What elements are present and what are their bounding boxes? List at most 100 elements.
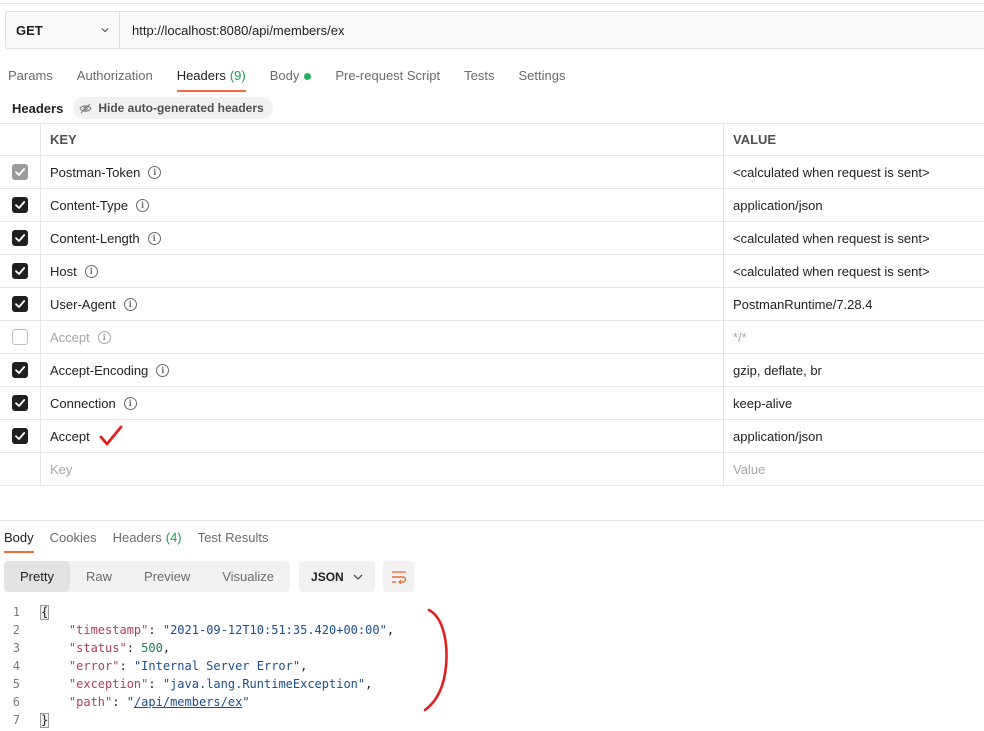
info-icon[interactable]: i: [147, 231, 161, 245]
view-mode-preview[interactable]: Preview: [128, 561, 206, 592]
header-key-cell[interactable]: Accept-Encoding i: [41, 354, 724, 386]
tab-count: (4): [165, 530, 182, 545]
new-value-input[interactable]: Value: [724, 453, 984, 485]
code-line: 2 "timestamp": "2021-09-12T10:51:35.420+…: [0, 621, 394, 639]
json-colon: :: [126, 641, 142, 655]
header-enable-checkbox[interactable]: [12, 296, 28, 312]
header-value: PostmanRuntime/7.28.4: [733, 296, 873, 312]
wrap-lines-button[interactable]: [383, 561, 415, 592]
response-tab-test-results[interactable]: Test Results: [198, 528, 269, 552]
view-mode-pretty[interactable]: Pretty: [4, 561, 70, 592]
header-enable-checkbox[interactable]: [12, 362, 28, 378]
header-enable-checkbox[interactable]: [12, 329, 28, 345]
checkbox-cell: [0, 354, 41, 386]
tab-authorization[interactable]: Authorization: [77, 62, 153, 92]
header-value-cell[interactable]: <calculated when request is sent>: [724, 222, 984, 254]
header-key: Connection: [50, 395, 116, 411]
header-value-cell[interactable]: <calculated when request is sent>: [724, 156, 984, 188]
empty-checkbox-cell: [0, 453, 41, 485]
tab-label: Authorization: [76, 68, 153, 83]
checkmark-icon: [15, 399, 26, 407]
json-colon: :: [148, 677, 163, 691]
checkbox-cell: [0, 222, 41, 254]
tab-label: Headers: [112, 530, 162, 545]
header-key-cell[interactable]: User-Agent i: [41, 288, 724, 320]
red-bracket-annotation: [423, 608, 448, 712]
format-select[interactable]: JSON: [299, 561, 376, 592]
headers-toolbar: Headers Hide auto-generated headers: [12, 97, 273, 119]
tab-params[interactable]: Params: [8, 62, 53, 92]
header-enable-checkbox[interactable]: [12, 164, 28, 180]
info-icon[interactable]: i: [156, 363, 170, 377]
header-enable-checkbox[interactable]: [12, 197, 28, 213]
tab-label: Headers: [176, 68, 226, 83]
table-row: Content-Type i application/json: [0, 189, 984, 222]
open-brace: {: [40, 604, 50, 620]
hide-auto-headers-button[interactable]: Hide auto-generated headers: [73, 97, 273, 119]
code-line: 4 "error": "Internal Server Error",: [0, 657, 394, 675]
info-icon[interactable]: i: [84, 264, 98, 278]
header-key-cell[interactable]: Accept i: [41, 321, 724, 353]
header-value-cell[interactable]: application/json: [724, 189, 984, 221]
header-enable-checkbox[interactable]: [12, 230, 28, 246]
info-icon[interactable]: i: [123, 297, 137, 311]
response-tab-headers[interactable]: Headers (4): [113, 528, 182, 552]
info-icon[interactable]: i: [123, 396, 137, 410]
response-view-toolbar: Pretty Raw Preview Visualize JSON: [4, 561, 415, 592]
header-value-cell[interactable]: application/json: [724, 420, 984, 452]
response-tab-body[interactable]: Body: [4, 528, 34, 553]
line-number: 7: [12, 713, 20, 727]
header-value: application/json: [733, 428, 823, 444]
header-key-cell[interactable]: Host i: [41, 255, 724, 287]
header-enable-checkbox[interactable]: [12, 428, 28, 444]
top-divider: [0, 3, 984, 4]
tab-settings[interactable]: Settings: [518, 62, 565, 92]
response-tab-cookies[interactable]: Cookies: [50, 528, 97, 552]
headers-section-label: Headers: [12, 100, 64, 116]
line-number: 2: [12, 623, 20, 637]
tab-body[interactable]: Body: [270, 62, 312, 92]
method-select[interactable]: GET: [6, 12, 120, 48]
header-enable-checkbox[interactable]: [12, 263, 28, 279]
checkmark-icon: [15, 366, 26, 374]
url-input[interactable]: http://localhost:8080/api/members/ex: [120, 12, 984, 48]
checkmark-icon: [15, 267, 26, 275]
header-key-cell[interactable]: Content-Type i: [41, 189, 724, 221]
header-value: <calculated when request is sent>: [733, 263, 930, 279]
header-value-cell[interactable]: */*: [724, 321, 984, 353]
new-key-input[interactable]: Key: [41, 453, 724, 485]
view-mode-visualize[interactable]: Visualize: [206, 561, 290, 592]
format-label: JSON: [311, 569, 344, 584]
line-number: 5: [12, 677, 20, 691]
header-value-cell[interactable]: <calculated when request is sent>: [724, 255, 984, 287]
table-row: User-Agent i PostmanRuntime/7.28.4: [0, 288, 984, 321]
tab-pre-request-script[interactable]: Pre-request Script: [335, 62, 440, 92]
checkmark-icon: [15, 234, 26, 242]
tab-tests[interactable]: Tests: [464, 62, 494, 92]
json-string: "java.lang.RuntimeException": [162, 677, 366, 691]
view-mode-raw[interactable]: Raw: [70, 561, 128, 592]
tab-headers[interactable]: Headers (9): [176, 62, 246, 92]
value-column-header: VALUE: [733, 132, 777, 147]
header-value-cell[interactable]: gzip, deflate, br: [724, 354, 984, 386]
json-key: "status": [68, 641, 127, 655]
header-key-cell[interactable]: Accept: [41, 420, 724, 452]
header-key-cell[interactable]: Content-Length i: [41, 222, 724, 254]
table-row: Host i <calculated when request is sent>: [0, 255, 984, 288]
checkbox-cell: [0, 387, 41, 419]
json-comma: ,: [300, 659, 308, 673]
header-enable-checkbox[interactable]: [12, 395, 28, 411]
code-line: 3 "status": 500,: [0, 639, 394, 657]
info-icon[interactable]: i: [136, 198, 150, 212]
info-icon[interactable]: i: [97, 330, 111, 344]
header-key-cell[interactable]: Postman-Token i: [41, 156, 724, 188]
checkmark-icon: [15, 201, 26, 209]
table-row: Accept i */*: [0, 321, 984, 354]
header-value-cell[interactable]: keep-alive: [724, 387, 984, 419]
tab-label: Tests: [464, 68, 495, 83]
header-key-cell[interactable]: Connection i: [41, 387, 724, 419]
json-path-link[interactable]: /api/members/ex: [134, 695, 242, 709]
header-value-cell[interactable]: PostmanRuntime/7.28.4: [724, 288, 984, 320]
info-icon[interactable]: i: [148, 165, 162, 179]
json-key: "exception": [68, 677, 149, 691]
